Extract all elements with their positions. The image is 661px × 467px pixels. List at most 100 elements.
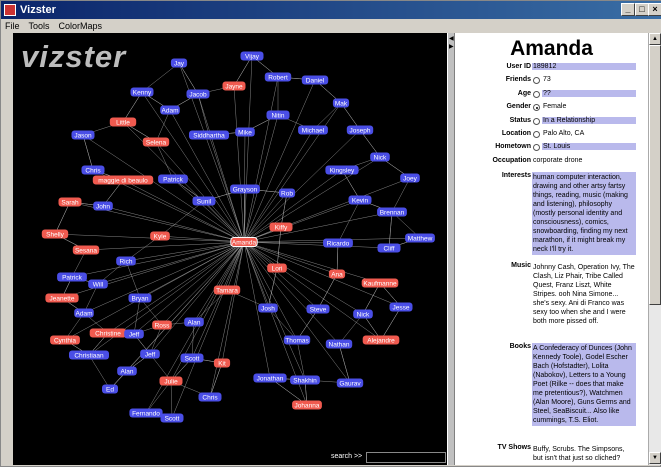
graph-canvas[interactable]: Jay Vijay Robert Daniel Jayne Kenny Jacob Mak Ad… [13,33,447,465]
graph-node[interactable]: Kenny [130,87,154,97]
graph-node[interactable]: Chris [81,165,105,175]
graph-node-center[interactable]: Amanda [230,237,258,247]
graph-node[interactable]: Scott [160,413,184,423]
graph-node[interactable]: Shelly [41,229,69,239]
field-value[interactable]: ?? [542,89,636,97]
graph-node[interactable]: Rich [116,256,136,266]
graph-node[interactable]: Kevin [348,195,372,205]
graph-node[interactable]: Jeanette [45,293,79,303]
field-value[interactable]: In a Relationship [542,116,636,124]
collapse-right-icon[interactable]: ▶ [449,43,454,50]
menu-colormaps[interactable]: ColorMaps [59,21,103,31]
graph-node[interactable]: Patrick [158,174,188,184]
graph-node[interactable]: Nathan [325,339,353,349]
close-button[interactable]: × [648,3,661,16]
field-value[interactable]: 189812 [532,63,636,70]
graph-node[interactable]: Selena [142,137,170,147]
graph-node[interactable]: Tamara [213,285,241,295]
graph-node[interactable]: Shakhin [290,375,320,385]
graph-node[interactable]: Cliff [377,243,401,253]
graph-node[interactable]: Robert [264,72,292,82]
graph-node[interactable]: Brennan [377,207,407,217]
graph-node[interactable]: Jay [170,58,188,68]
graph-node[interactable]: Siddhartha [189,130,229,140]
graph-node[interactable]: Jeff [124,329,144,339]
graph-node[interactable]: Ana [328,269,346,279]
graph-node[interactable]: maggie di beaulo [92,175,154,185]
graph-node[interactable]: Alan [117,366,137,376]
field-value[interactable]: human computer interaction, drawing and … [532,172,636,255]
graph-node[interactable]: Bryan [128,293,152,303]
graph-node[interactable]: Nick [370,152,390,162]
field-radio-button[interactable] [533,104,540,112]
social-network-graph[interactable]: Jay Vijay Robert Daniel Jayne Kenny Jacob Mak Ad… [13,33,447,465]
graph-node[interactable]: Gaurav [336,378,364,388]
graph-node[interactable]: Jesse [389,302,413,312]
graph-node[interactable]: Patrick [57,272,87,282]
graph-node[interactable]: Vijay [240,51,264,61]
field-radio-button[interactable] [533,117,540,125]
graph-node[interactable]: Jeff [140,349,160,359]
graph-node[interactable]: Julie [159,376,183,386]
graph-node[interactable]: Sarah [58,197,82,207]
graph-node[interactable]: Grayson [230,184,260,194]
maximize-button[interactable]: □ [635,3,649,16]
graph-node[interactable]: Jayne [222,81,246,91]
graph-node[interactable]: Cynthia [50,335,80,345]
graph-node[interactable]: Michael [298,125,328,135]
field-radio-button[interactable] [533,77,540,85]
graph-node[interactable]: Nick [353,309,373,319]
graph-node[interactable]: Johanna [292,400,322,410]
graph-node[interactable]: Joseph [346,125,374,135]
graph-node[interactable]: Mike [235,127,255,137]
graph-node[interactable]: Will [88,279,108,289]
field-radio-button[interactable] [533,90,540,98]
graph-node[interactable]: Little [109,117,137,127]
graph-node[interactable]: Adam [160,105,180,115]
graph-node[interactable]: Matthew [405,233,435,243]
graph-node[interactable]: Kingsley [325,165,359,175]
field-radio-button[interactable] [533,144,540,152]
menu-tools[interactable]: Tools [29,21,50,31]
graph-node[interactable]: Ricardo [323,238,353,248]
graph-node[interactable]: Scott [180,353,204,363]
graph-node[interactable]: Alan [184,317,204,327]
field-value[interactable]: A Confederacy of Dunces (John Kennedy To… [532,343,636,426]
graph-node[interactable]: Adam [74,308,94,318]
graph-node[interactable]: Ed [102,384,118,394]
graph-node[interactable]: Joey [400,173,420,183]
scroll-thumb[interactable] [649,45,661,305]
graph-node[interactable]: Christine [89,328,127,338]
graph-node[interactable]: Kyle [150,231,170,241]
profile-scrollbar[interactable]: ▲ ▼ [648,33,661,465]
graph-node[interactable]: Christiaan [69,350,109,360]
graph-node[interactable]: Jacob [186,89,210,99]
graph-node[interactable]: Thomas [283,335,311,345]
graph-node[interactable]: Daniel [301,75,329,85]
graph-node[interactable]: John [93,201,113,211]
graph-node[interactable]: Josh [258,303,278,313]
panel-splitter[interactable]: ◀ ▶ [447,33,455,465]
graph-node[interactable]: Fernando [129,408,163,418]
field-value[interactable]: St. Louis [542,143,636,151]
minimize-button[interactable]: _ [621,3,635,16]
search-input[interactable] [366,452,446,463]
menu-file[interactable]: File [5,21,20,31]
collapse-left-icon[interactable]: ◀ [449,35,454,42]
graph-node[interactable]: Alejandre [362,335,400,345]
scroll-down-icon[interactable]: ▼ [649,452,661,464]
graph-node[interactable]: Kit [213,358,231,368]
graph-node[interactable]: Kiffy [269,222,293,232]
graph-node[interactable]: Jason [71,130,95,140]
field-radio-button[interactable] [533,131,540,138]
graph-node[interactable]: Ross [152,320,172,330]
graph-node[interactable]: Sesana [72,245,100,255]
graph-node[interactable]: Lori [267,263,287,273]
graph-node[interactable]: Nitin [266,110,290,120]
graph-node[interactable]: Rob [278,188,296,198]
graph-node[interactable]: Kaufmanne [361,278,399,288]
scroll-up-icon[interactable]: ▲ [649,33,661,45]
graph-node[interactable]: Jonathan [253,373,287,383]
graph-node[interactable]: Chris [198,392,222,402]
graph-node[interactable]: Steve [306,304,330,314]
